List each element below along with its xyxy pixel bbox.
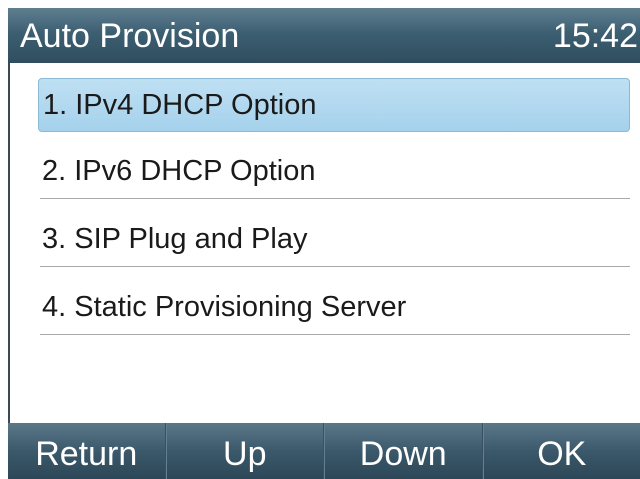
screen-title: Auto Provision [20, 17, 240, 55]
menu-item-sip-plug-and-play[interactable]: 3. SIP Plug and Play [38, 212, 630, 266]
clock-time: 15:42 [552, 17, 638, 55]
title-bar: Auto Provision 15:42 [8, 8, 640, 63]
menu-item-ipv6-dhcp-option[interactable]: 2. IPv6 DHCP Option [38, 144, 630, 198]
menu-divider [40, 334, 630, 335]
ok-button[interactable]: OK [484, 423, 640, 479]
menu-item-ipv4-dhcp-option[interactable]: 1. IPv4 DHCP Option [38, 78, 630, 132]
softkey-bar: Return Up Down OK [8, 423, 640, 479]
menu-item-label: 4. Static Provisioning Server [42, 291, 407, 323]
up-button[interactable]: Up [167, 423, 324, 479]
down-button[interactable]: Down [325, 423, 482, 479]
menu-divider [40, 198, 630, 199]
menu-item-static-provisioning-server[interactable]: 4. Static Provisioning Server [38, 280, 630, 334]
menu-list: 1. IPv4 DHCP Option 2. IPv6 DHCP Option … [10, 63, 640, 423]
menu-item-label: 1. IPv4 DHCP Option [43, 89, 317, 121]
return-button[interactable]: Return [8, 423, 165, 479]
menu-item-label: 3. SIP Plug and Play [42, 223, 308, 255]
menu-divider [40, 266, 630, 267]
menu-item-label: 2. IPv6 DHCP Option [42, 155, 316, 187]
